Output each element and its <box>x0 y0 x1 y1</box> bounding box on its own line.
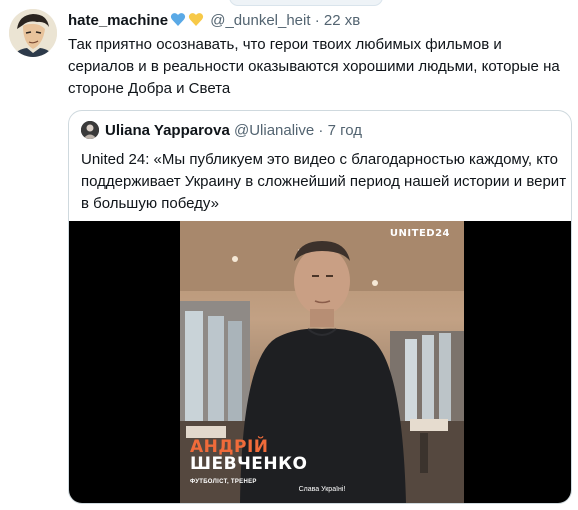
handle[interactable]: @_dunkel_heit <box>210 12 310 29</box>
quoted-separator-dot: · <box>318 122 324 139</box>
quoted-timestamp[interactable]: 7 год <box>328 122 362 139</box>
heart-emojis-icon <box>170 12 204 32</box>
quoted-display-name[interactable]: Uliana Yapparova <box>105 122 230 139</box>
united24-logo: UNITED24 <box>389 228 450 239</box>
video-frame[interactable]: UNITED24 АНДРІЙ ШЕВЧЕНКО ФУТБОЛІСТ, ТРЕН… <box>180 221 464 503</box>
video-subtitle: Слава Україні! <box>298 486 346 493</box>
quoted-tweet-header: Uliana Yapparova @Ulianalive · 7 год <box>81 121 362 140</box>
new-tweets-pill[interactable] <box>229 0 383 6</box>
tweet-text: Так приятно осознавать, что герои твоих … <box>68 36 560 97</box>
quoted-tweet-text: United 24: «Мы публикуем это видео с бла… <box>81 151 567 212</box>
video-player[interactable]: UNITED24 АНДРІЙ ШЕВЧЕНКО ФУТБОЛІСТ, ТРЕН… <box>69 221 571 503</box>
display-name[interactable]: hate_machine <box>68 12 168 29</box>
avatar[interactable] <box>9 9 57 57</box>
quoted-tweet[interactable]: Uliana Yapparova @Ulianalive · 7 год Uni… <box>68 110 572 504</box>
speaker-name-overlay: АНДРІЙ ШЕВЧЕНКО ФУТБОЛІСТ, ТРЕНЕР <box>190 439 308 491</box>
timestamp[interactable]: 22 хв <box>324 12 360 29</box>
quoted-handle[interactable]: @Ulianalive <box>234 122 314 139</box>
separator-dot: · <box>314 12 320 29</box>
tweet-header: hate_machine @_dunkel_heit · 22 хв <box>68 12 360 32</box>
quoted-avatar <box>81 121 99 139</box>
speaker-last-name: ШЕВЧЕНКО <box>190 454 308 474</box>
